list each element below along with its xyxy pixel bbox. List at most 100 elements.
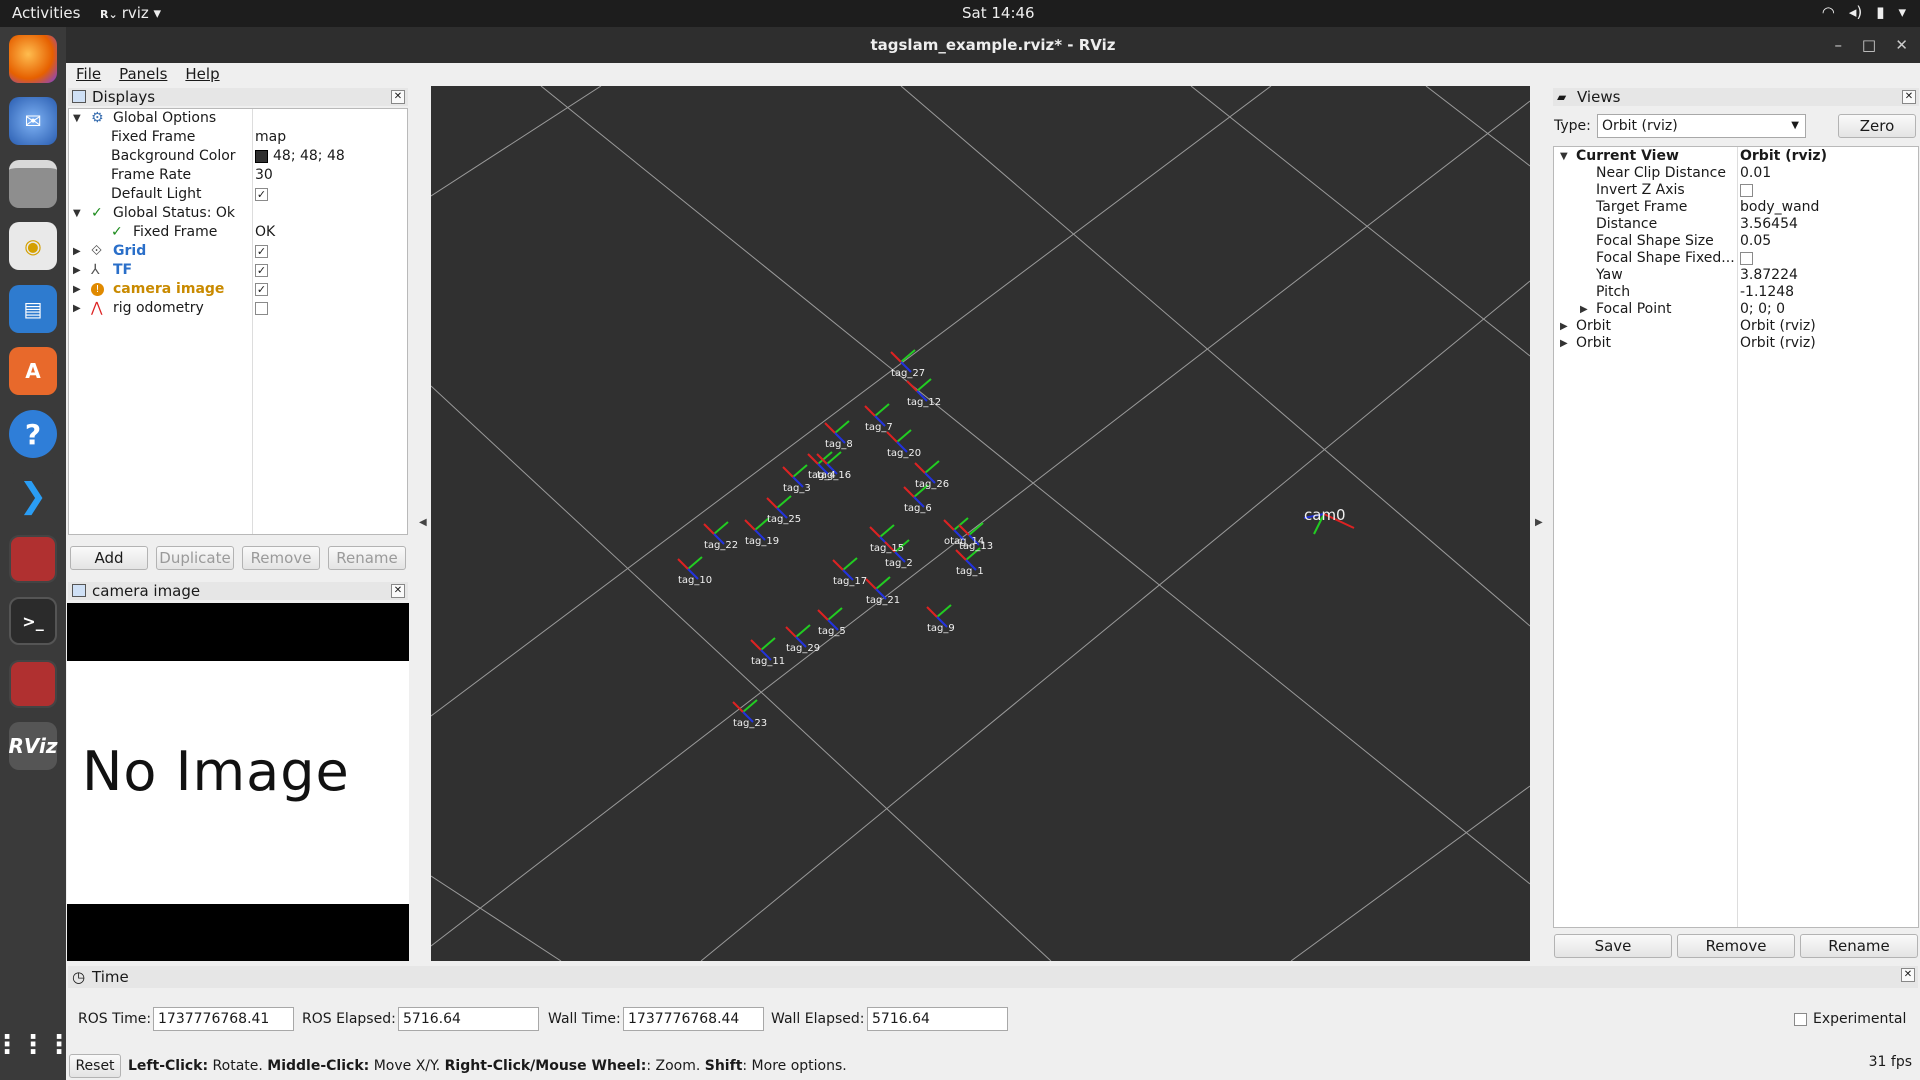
minimize-button[interactable]: – xyxy=(1835,27,1843,63)
app-menu-label: rviz ▾ xyxy=(121,4,162,22)
displays-panel-header: Displays ✕ xyxy=(68,88,408,106)
rename-display-button[interactable]: Rename xyxy=(328,546,406,570)
expand-arrow-icon[interactable]: ▶ xyxy=(73,299,81,318)
hint-left-text: Rotate. xyxy=(208,1058,268,1074)
terminal-icon[interactable]: >_ xyxy=(9,597,57,645)
firefox-icon[interactable] xyxy=(9,35,57,83)
clock[interactable]: Sat 14:46 xyxy=(962,4,1035,22)
system-tray[interactable]: ◠ ◂) ▮ ▾ xyxy=(1822,3,1906,21)
maximize-button[interactable]: □ xyxy=(1862,27,1876,63)
ros-time-field[interactable]: 1737776768.41 xyxy=(153,1007,294,1031)
tf-checkbox[interactable]: ✓ xyxy=(255,264,268,277)
reset-button[interactable]: Reset xyxy=(69,1054,121,1078)
collapse-left-arrow-icon[interactable]: ◀ xyxy=(419,517,427,528)
grid-checkbox[interactable]: ✓ xyxy=(255,245,268,258)
expand-arrow-icon[interactable]: ▶ xyxy=(73,261,81,280)
close-icon[interactable]: ✕ xyxy=(391,90,405,104)
rhythmbox-icon[interactable]: ◉ xyxy=(9,222,57,270)
view-type-value: Orbit (rviz) xyxy=(1602,118,1678,134)
wall-elapsed-label: Wall Elapsed: xyxy=(771,1011,865,1027)
close-button[interactable]: ✕ xyxy=(1895,27,1908,63)
zero-button[interactable]: Zero xyxy=(1838,114,1916,138)
rqt-icon[interactable] xyxy=(9,535,57,583)
add-display-button[interactable]: Add xyxy=(70,546,148,570)
experimental-label: Experimental xyxy=(1813,1011,1907,1027)
thunderbird-icon[interactable]: ✉ xyxy=(9,97,57,145)
writer-icon[interactable]: ▤ xyxy=(9,285,57,333)
row-value[interactable]: map xyxy=(255,128,286,147)
rqt-icon-2[interactable] xyxy=(9,660,57,708)
duplicate-display-button[interactable]: Duplicate xyxy=(156,546,234,570)
activities-button[interactable]: Activities xyxy=(12,4,80,22)
rviz-icon[interactable]: RViz xyxy=(8,722,58,770)
tree-row-status-fixed-frame[interactable]: ✓ Fixed Frame OK xyxy=(69,223,409,242)
tree-row-rig-odometry[interactable]: ▶ ⋀ rig odometry xyxy=(69,299,409,318)
tree-row-tf[interactable]: ▶ ⅄ TF ✓ xyxy=(69,261,409,280)
remove-view-button[interactable]: Remove xyxy=(1677,934,1795,958)
menu-panels[interactable]: Panels xyxy=(119,63,167,85)
tree-row-default-light[interactable]: Default Light ✓ xyxy=(69,185,409,204)
vscode-icon[interactable]: ❯ xyxy=(9,472,57,520)
row-value[interactable]: 48; 48; 48 xyxy=(273,147,345,166)
show-apps-icon[interactable]: ⋮⋮⋮ xyxy=(0,1021,72,1069)
camera-panel-title: camera image xyxy=(92,582,201,600)
save-view-button[interactable]: Save xyxy=(1554,934,1672,958)
camera-image-checkbox[interactable]: ✓ xyxy=(255,283,268,296)
row-label: Global Status: Ok xyxy=(113,205,236,221)
software-center-icon[interactable]: A xyxy=(9,347,57,395)
row-label: Orbit xyxy=(1576,335,1612,351)
row-value[interactable]: 30 xyxy=(255,166,273,185)
rename-view-button[interactable]: Rename xyxy=(1800,934,1918,958)
tree-row-frame-rate[interactable]: Frame Rate 30 xyxy=(69,166,409,185)
grid-icon: ⟐ xyxy=(91,243,103,259)
expand-arrow-icon[interactable]: ▶ xyxy=(1560,334,1568,353)
expand-arrow-icon[interactable]: ▼ xyxy=(73,204,81,223)
row-label: Default Light xyxy=(111,186,202,202)
tf-labels: tag_27tag_12tag_7tag_8tag_20tag_26tag_4t… xyxy=(678,368,993,729)
ros-elapsed-field[interactable]: 5716.64 xyxy=(398,1007,539,1031)
app-menu[interactable]: R⌄ rviz ▾ xyxy=(100,4,161,22)
image-icon xyxy=(72,584,86,597)
odometry-icon: ⋀ xyxy=(91,300,103,316)
files-icon[interactable] xyxy=(9,160,57,208)
menu-help[interactable]: Help xyxy=(185,63,219,85)
hint-left-key: Left-Click: xyxy=(128,1058,209,1074)
cam0-label: cam0 xyxy=(1304,506,1346,524)
expand-arrow-icon[interactable]: ▶ xyxy=(73,280,81,299)
views-tree[interactable]: ▼ Current View Orbit (rviz) Near Clip Di… xyxy=(1553,146,1919,928)
invert-z-checkbox[interactable] xyxy=(1740,184,1753,197)
rig-odometry-checkbox[interactable] xyxy=(255,302,268,315)
menu-file[interactable]: File xyxy=(76,63,101,85)
hint-shift-text: : More options. xyxy=(742,1058,847,1074)
focal-shape-fixed-checkbox[interactable] xyxy=(1740,252,1753,265)
clock-icon: ◷ xyxy=(72,968,86,986)
hint-right-key: Right-Click/Mouse Wheel: xyxy=(444,1058,647,1074)
tag-label: tag_10 xyxy=(678,575,712,586)
expand-arrow-icon[interactable]: ▶ xyxy=(73,242,81,261)
view-type-select[interactable]: Orbit (rviz) ▼ xyxy=(1597,114,1806,138)
view-row-orbit-2[interactable]: ▶ Orbit Orbit (rviz) xyxy=(1554,334,1920,353)
color-swatch[interactable] xyxy=(255,150,268,163)
volume-icon: ◂) xyxy=(1848,3,1863,21)
tag-label: tag_16 xyxy=(817,470,851,481)
tree-row-camera-image[interactable]: ▶ ! camera image ✓ xyxy=(69,280,409,299)
close-icon[interactable]: ✕ xyxy=(1901,968,1915,982)
close-icon[interactable]: ✕ xyxy=(1902,90,1916,104)
wifi-icon: ◠ xyxy=(1821,3,1835,21)
3d-viewport[interactable]: tag_27 tag_12 tag_7 tag_8 tag_20 tag_26 tag_4 t… xyxy=(431,86,1530,961)
expand-arrow-icon[interactable]: ▼ xyxy=(73,109,81,128)
tree-row-background-color[interactable]: Background Color 48; 48; 48 xyxy=(69,147,409,166)
close-icon[interactable]: ✕ xyxy=(391,584,405,598)
help-icon[interactable]: ? xyxy=(9,410,57,458)
wall-time-field[interactable]: 1737776768.44 xyxy=(623,1007,764,1031)
row-label: Background Color xyxy=(111,148,236,164)
collapse-right-arrow-icon[interactable]: ▶ xyxy=(1535,517,1543,528)
displays-tree[interactable]: ▼ ⚙ Global Options Fixed Frame map Backg… xyxy=(68,108,408,535)
row-label: Grid xyxy=(113,243,147,259)
remove-display-button[interactable]: Remove xyxy=(242,546,320,570)
experimental-checkbox[interactable] xyxy=(1794,1013,1807,1026)
tree-row-fixed-frame[interactable]: Fixed Frame map xyxy=(69,128,409,147)
default-light-checkbox[interactable]: ✓ xyxy=(255,188,268,201)
wall-elapsed-field[interactable]: 5716.64 xyxy=(867,1007,1008,1031)
tree-row-grid[interactable]: ▶ ⟐ Grid ✓ xyxy=(69,242,409,261)
